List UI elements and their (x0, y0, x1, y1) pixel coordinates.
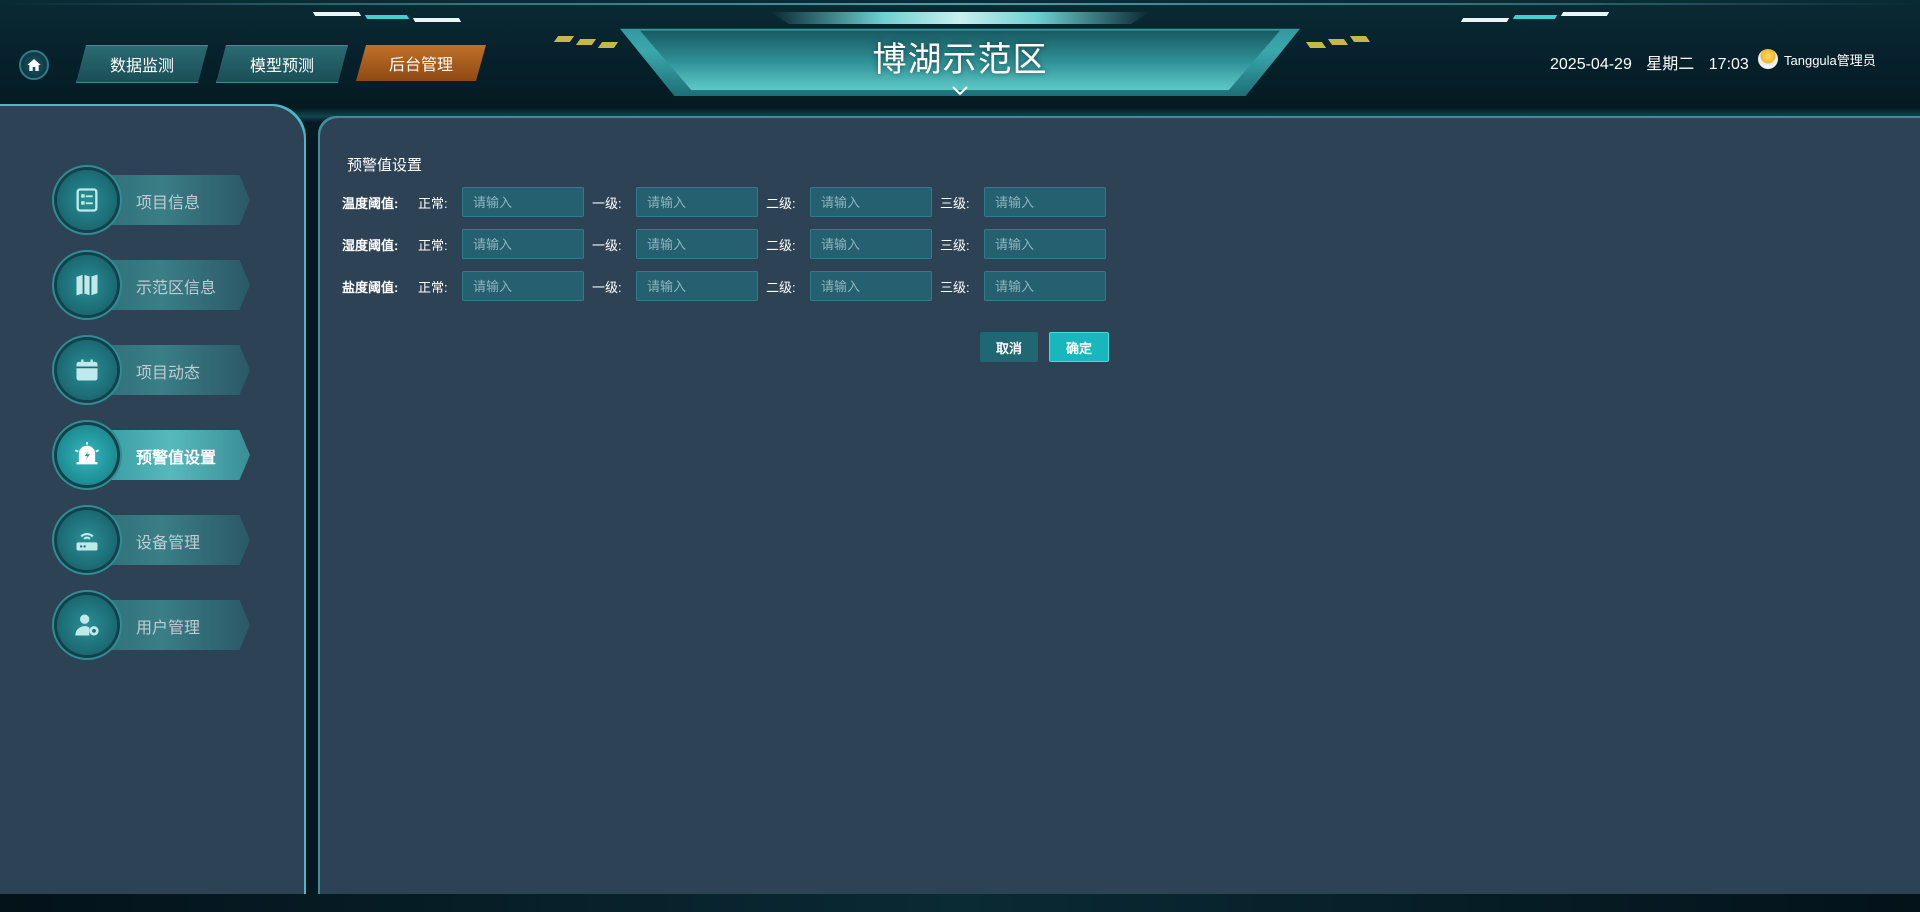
user-settings-icon (75, 614, 99, 636)
alarm-bell-icon (75, 442, 99, 465)
title-top-light (770, 12, 1150, 24)
sidebar-item-label: 示范区信息 (136, 280, 217, 297)
page-title: 博湖示范区 (872, 41, 1048, 79)
datetime: 2025-04-29 星期二 17:03 (1550, 50, 1759, 74)
level-label-normal: 正常: (418, 195, 448, 211)
sidebar-item-badge (57, 595, 117, 655)
id-card-icon (76, 188, 98, 212)
home-icon (27, 59, 41, 71)
header: 数据监测 模型预测 后台管理 博湖示范区 2025-04-29 星期二 17:0… (0, 0, 1920, 122)
humidity-level3-input[interactable] (984, 229, 1106, 259)
avatar (1758, 49, 1778, 69)
level-label-1: 一级: (592, 195, 622, 211)
confirm-button[interactable]: 确定 (1049, 332, 1109, 362)
sidebar-item-label: 项目动态 (136, 365, 201, 382)
map-icon (76, 274, 98, 296)
temperature-level1-input[interactable] (636, 187, 758, 217)
sidebar-item-label: 预警值设置 (136, 450, 217, 467)
temperature-level2-input[interactable] (810, 187, 932, 217)
level-label-2: 二级: (766, 237, 796, 253)
humidity-level1-input[interactable] (636, 229, 758, 259)
level-label-2: 二级: (766, 195, 796, 211)
sidebar-item-badge (57, 170, 117, 230)
level-label-normal: 正常: (418, 237, 448, 253)
sidebar-item-device-management[interactable]: 设备管理 (54, 507, 254, 573)
date-text: 2025-04-29 (1550, 56, 1632, 73)
header-deco-stripe (575, 39, 597, 45)
section-title: 预警值设置 (347, 157, 423, 174)
user-name: Tanggula管理员 (1784, 52, 1876, 68)
header-deco-bar (1460, 18, 1510, 22)
chevron-down-icon (952, 86, 968, 96)
sidebar-item-project-info[interactable]: 项目信息 (54, 167, 254, 233)
level-label-1: 一级: (592, 279, 622, 295)
sidebar-item-project-news[interactable]: 项目动态 (54, 337, 254, 403)
salinity-level3-input[interactable] (984, 271, 1106, 301)
level-label-3: 三级: (940, 237, 970, 253)
header-top-line (0, 3, 1920, 5)
row-label: 湿度阈值: (342, 237, 399, 253)
level-label-1: 一级: (592, 237, 622, 253)
sidebar-item-badge (57, 255, 117, 315)
sidebar-item-badge (57, 340, 117, 400)
header-deco-stripe (1327, 39, 1349, 45)
weekday-text: 星期二 (1646, 56, 1695, 73)
level-label-normal: 正常: (418, 279, 448, 295)
user-menu[interactable]: Tanggula管理员 (1758, 49, 1876, 69)
level-label-2: 二级: (766, 279, 796, 295)
header-deco-bar (364, 15, 410, 19)
header-deco-bar (412, 18, 462, 22)
sidebar-item-label: 用户管理 (136, 620, 201, 637)
nav-tab-data-monitoring[interactable]: 数据监测 (76, 45, 208, 83)
level-label-3: 三级: (940, 279, 970, 295)
nav-tab-model-prediction[interactable]: 模型预测 (216, 45, 348, 83)
row-label: 温度阈值: (342, 195, 399, 211)
temperature-normal-input[interactable] (462, 187, 584, 217)
salinity-level1-input[interactable] (636, 271, 758, 301)
humidity-level2-input[interactable] (810, 229, 932, 259)
sidebar-item-demo-area-info[interactable]: 示范区信息 (54, 252, 254, 318)
salinity-level2-input[interactable] (810, 271, 932, 301)
time-text: 17:03 (1708, 56, 1749, 73)
header-deco-stripe (1305, 42, 1327, 48)
form-row-salinity: 盐度阈值: 正常: 一级: 二级: 三级: (342, 271, 1114, 301)
form-row-humidity: 湿度阈值: 正常: 一级: 二级: 三级: (342, 229, 1114, 259)
cancel-button[interactable]: 取消 (980, 332, 1038, 362)
header-deco-stripe (1349, 36, 1371, 42)
header-deco-stripe (553, 36, 575, 42)
row-label: 盐度阈值: (342, 279, 399, 295)
router-icon (76, 533, 98, 551)
temperature-level3-input[interactable] (984, 187, 1106, 217)
sidebar-item-badge (57, 510, 117, 570)
nav-tab-backend-management[interactable]: 后台管理 (356, 45, 486, 81)
form-row-temperature: 温度阈值: 正常: 一级: 二级: 三级: (342, 187, 1114, 217)
header-deco-stripe (597, 42, 619, 48)
level-label-3: 三级: (940, 195, 970, 211)
header-deco-bar (312, 12, 362, 16)
sidebar-item-badge (57, 425, 117, 485)
sidebar-item-label: 项目信息 (136, 195, 201, 212)
humidity-normal-input[interactable] (462, 229, 584, 259)
sidebar-item-alarm-settings[interactable]: 预警值设置 (54, 422, 254, 488)
bottom-bar (0, 894, 1920, 912)
home-button[interactable] (19, 50, 49, 80)
calendar-icon (76, 359, 98, 381)
header-deco-bar (1560, 12, 1610, 16)
salinity-normal-input[interactable] (462, 271, 584, 301)
sidebar-item-user-management[interactable]: 用户管理 (54, 592, 254, 658)
sidebar-item-label: 设备管理 (136, 535, 201, 552)
header-deco-bar (1512, 15, 1558, 19)
